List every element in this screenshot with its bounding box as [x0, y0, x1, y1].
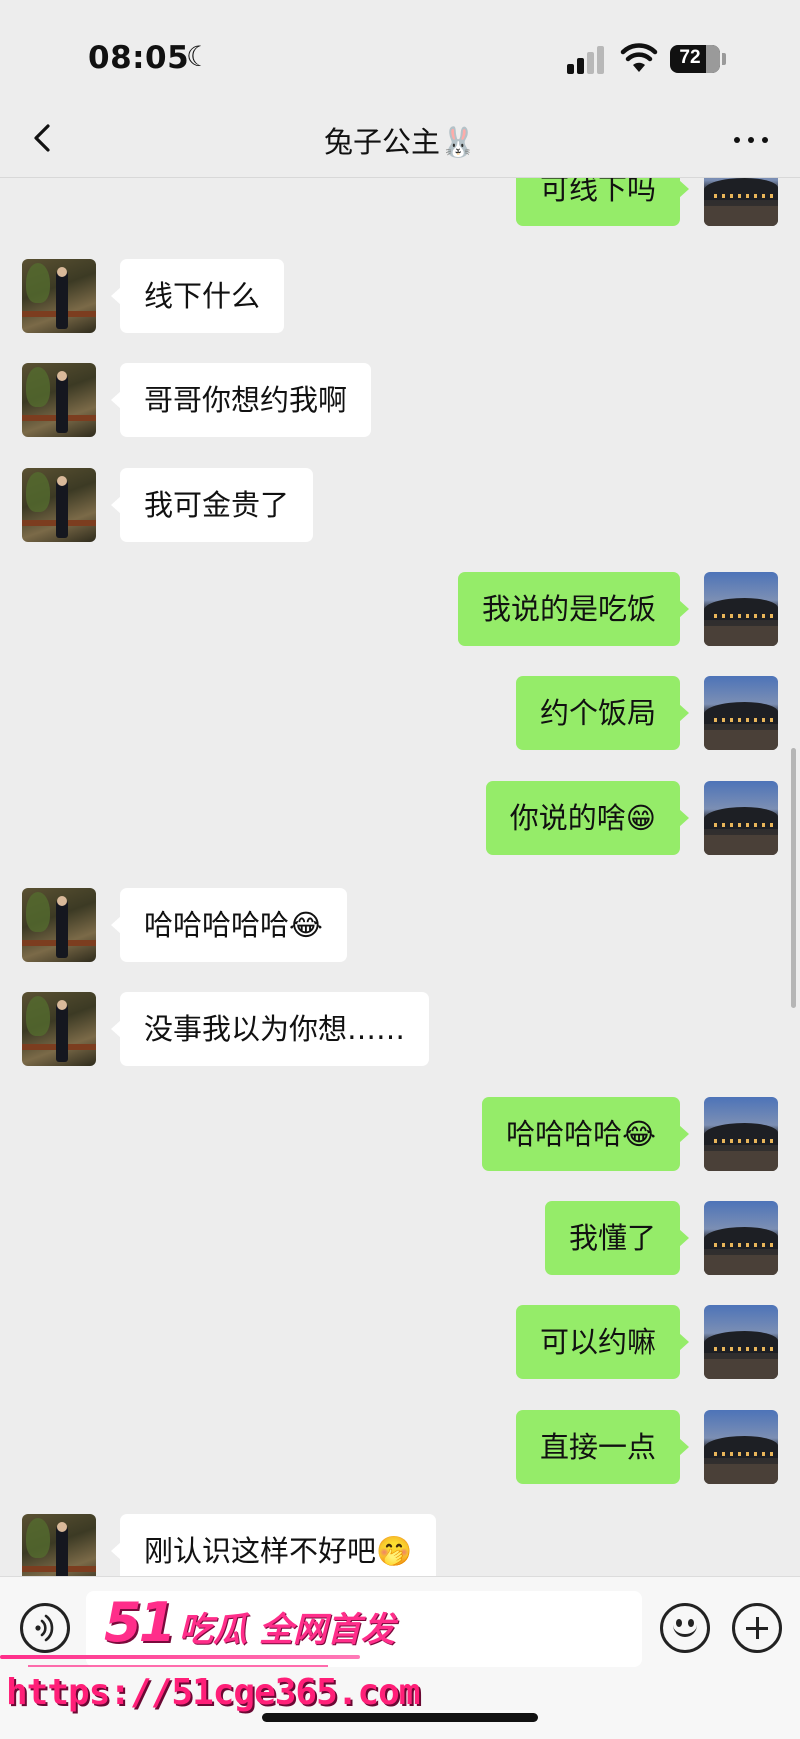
chat-header: 兔子公主🐰 — [0, 100, 800, 178]
contact-avatar[interactable] — [22, 363, 96, 437]
moon-icon: ☾ — [186, 40, 212, 73]
message-bubble-outgoing[interactable]: 我说的是吃饭 — [457, 572, 690, 646]
more-dots-icon[interactable] — [726, 116, 776, 160]
my-avatar[interactable] — [704, 781, 778, 855]
watermark-number: 51 — [104, 1591, 176, 1654]
voice-input-icon[interactable] — [20, 1603, 70, 1653]
my-avatar[interactable] — [704, 572, 778, 646]
watermark-url: https://51cge365.com — [6, 1672, 420, 1713]
message-bubble-outgoing[interactable]: 可以约嘛 — [515, 1305, 690, 1379]
my-avatar[interactable] — [704, 1097, 778, 1171]
input-bar: 51 吃瓜 全网首发 https://51cge365.com — [0, 1576, 800, 1739]
message-row-outgoing: 你说的啥😁 — [0, 781, 800, 857]
message-bubble-outgoing[interactable]: 直接一点 — [515, 1410, 690, 1484]
message-row-incoming: 哥哥你想约我啊 — [0, 363, 800, 439]
message-row-incoming: 线下什么 — [0, 259, 800, 335]
cellular-signal-icon — [567, 46, 607, 74]
message-row-outgoing: 约个饭局 — [0, 676, 800, 752]
status-bar: 08:05 ☾ 72 — [0, 0, 800, 100]
message-bubble-outgoing[interactable]: 你说的啥😁 — [485, 781, 690, 855]
message-row-incoming: 我可金贵了 — [0, 468, 800, 544]
my-avatar[interactable] — [704, 1410, 778, 1484]
message-bubble-incoming[interactable]: 哥哥你想约我啊 — [110, 363, 372, 437]
contact-avatar[interactable] — [22, 468, 96, 542]
chat-title: 兔子公主🐰 — [323, 125, 477, 159]
message-bubble-incoming[interactable]: 线下什么 — [110, 259, 285, 333]
message-bubble-incoming[interactable]: 没事我以为你想…… — [110, 992, 430, 1066]
my-avatar[interactable] — [704, 1201, 778, 1275]
message-row-incoming: 刚认识这样不好吧🤭 — [0, 1514, 800, 1576]
wifi-icon — [620, 43, 658, 72]
message-row-incoming: 没事我以为你想…… — [0, 992, 800, 1068]
message-bubble-outgoing[interactable]: 哈哈哈哈😂 — [482, 1097, 689, 1171]
plus-icon[interactable] — [732, 1603, 782, 1653]
chat-scrollbar[interactable] — [791, 748, 796, 1008]
home-indicator[interactable] — [262, 1713, 538, 1722]
my-avatar[interactable] — [704, 1305, 778, 1379]
my-avatar[interactable] — [704, 676, 778, 750]
message-row-outgoing: 直接一点 — [0, 1410, 800, 1486]
message-list[interactable]: 可线下吗 线下什么 哥哥你想约我啊 我可金贵了 我说的是吃饭 约个饭局 你说的啥… — [0, 178, 800, 1576]
message-bubble-incoming[interactable]: 刚认识这样不好吧🤭 — [110, 1514, 437, 1576]
watermark-divider — [28, 1665, 328, 1667]
back-chevron-icon[interactable] — [22, 116, 66, 160]
message-bubble-incoming[interactable]: 哈哈哈哈哈😂 — [111, 888, 347, 962]
contact-avatar[interactable] — [22, 888, 96, 962]
my-avatar[interactable] — [704, 178, 778, 226]
message-row-outgoing: 我说的是吃饭 — [0, 572, 800, 648]
message-row-incoming: 哈哈哈哈哈😂 — [0, 888, 800, 964]
message-row-outgoing: 可线下吗 — [0, 178, 800, 228]
message-row-outgoing: 我懂了 — [0, 1201, 800, 1277]
contact-avatar[interactable] — [22, 992, 96, 1066]
message-bubble-outgoing[interactable]: 可线下吗 — [515, 178, 690, 226]
battery-icon: 72 — [670, 45, 720, 73]
message-row-outgoing: 可以约嘛 — [0, 1305, 800, 1381]
message-bubble-outgoing[interactable]: 我懂了 — [544, 1201, 690, 1275]
emoji-icon[interactable] — [660, 1603, 710, 1653]
watermark-brand: 51 吃瓜 全网首发 — [104, 1591, 395, 1654]
message-bubble-outgoing[interactable]: 约个饭局 — [515, 676, 690, 750]
contact-avatar[interactable] — [22, 1514, 96, 1576]
battery-cap — [722, 53, 726, 65]
watermark-divider — [0, 1655, 360, 1659]
battery-percent: 72 — [679, 47, 701, 68]
message-row-outgoing: 哈哈哈哈😂 — [0, 1097, 800, 1173]
contact-avatar[interactable] — [22, 259, 96, 333]
message-bubble-incoming[interactable]: 我可金贵了 — [110, 468, 314, 542]
watermark-slogan: 吃瓜 全网首发 — [179, 1610, 395, 1650]
status-time: 08:05 — [88, 40, 190, 76]
